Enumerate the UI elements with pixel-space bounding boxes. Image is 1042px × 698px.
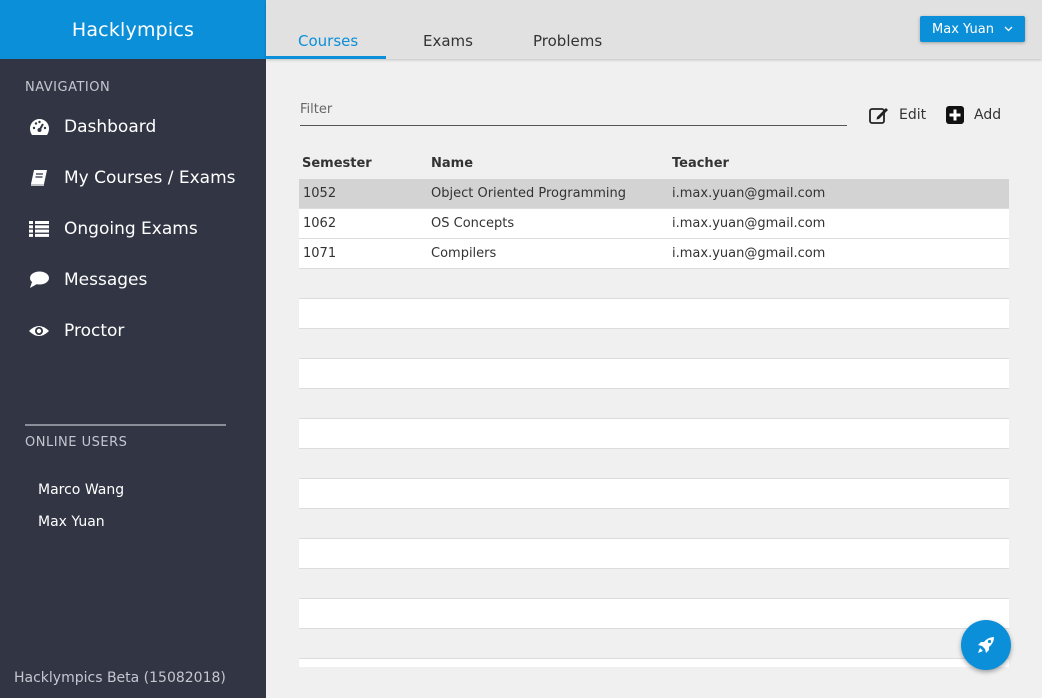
plus-square-icon — [946, 106, 964, 124]
filter-input[interactable] — [300, 98, 847, 117]
empty-table-row — [299, 599, 1009, 629]
sidebar-item-messages[interactable]: Messages — [28, 265, 147, 295]
cell-name: OS Concepts — [431, 216, 515, 231]
tab-exams[interactable]: Exams — [423, 32, 473, 50]
table-header: Semester Name Teacher — [299, 147, 1009, 179]
empty-table-row — [299, 359, 1009, 389]
rocket-fab-button[interactable] — [961, 620, 1011, 670]
version-footer: Hacklympics Beta (15082018) — [14, 670, 226, 686]
tab-problems[interactable]: Problems — [533, 32, 602, 50]
sidebar-item-label: Messages — [64, 270, 148, 290]
table-row[interactable]: 1062 OS Concepts i.max.yuan@gmail.com — [299, 209, 1009, 239]
empty-table-row — [299, 329, 1009, 359]
eye-icon — [28, 321, 50, 341]
sidebar-item-ongoing-exams[interactable]: Ongoing Exams — [28, 214, 198, 244]
online-user[interactable]: Max Yuan — [38, 514, 105, 530]
empty-table-row — [299, 299, 1009, 329]
sidebar-item-proctor[interactable]: Proctor — [28, 316, 124, 346]
dashboard-icon — [28, 117, 50, 137]
edit-label: Edit — [899, 107, 927, 123]
sidebar-item-label: My Courses / Exams — [64, 168, 236, 188]
list-icon — [28, 219, 50, 239]
empty-table-row — [299, 389, 1009, 419]
cell-name: Object Oriented Programming — [431, 186, 626, 201]
column-header-semester[interactable]: Semester — [299, 156, 427, 171]
cell-name: Compilers — [431, 246, 497, 261]
sidebar-item-my-courses[interactable]: My Courses / Exams — [28, 163, 236, 193]
table-row[interactable]: 1052 Object Oriented Programming i.max.y… — [299, 179, 1009, 209]
cell-semester: 1062 — [303, 216, 337, 231]
cell-teacher: i.max.yuan@gmail.com — [672, 216, 826, 231]
user-menu-button[interactable]: Max Yuan — [920, 16, 1025, 42]
empty-table-row — [299, 539, 1009, 569]
sidebar-divider — [25, 424, 226, 426]
online-users-heading: ONLINE USERS — [25, 435, 128, 450]
top-tab-bar: Courses Exams Problems Max Yuan — [266, 0, 1042, 59]
cell-semester: 1052 — [303, 186, 337, 201]
empty-table-row — [299, 629, 1009, 659]
empty-table-row — [299, 509, 1009, 539]
column-header-name[interactable]: Name — [427, 156, 668, 171]
sidebar-item-label: Proctor — [64, 321, 125, 341]
sidebar-item-label: Ongoing Exams — [64, 219, 198, 239]
add-label: Add — [974, 107, 1002, 123]
edit-button[interactable]: Edit — [869, 104, 926, 126]
navigation-heading: NAVIGATION — [25, 80, 111, 95]
empty-table-row — [299, 269, 1009, 299]
sidebar-item-label: Dashboard — [64, 117, 157, 137]
sidebar: Hacklympics NAVIGATION Dashboard My Cour… — [0, 0, 266, 698]
chat-bubble-icon — [28, 270, 50, 290]
empty-table-row — [299, 659, 1009, 667]
chevron-down-icon — [1004, 26, 1013, 32]
book-icon — [28, 168, 50, 188]
active-tab-indicator — [266, 56, 386, 59]
empty-table-row — [299, 569, 1009, 599]
sidebar-item-dashboard[interactable]: Dashboard — [28, 112, 156, 142]
online-user[interactable]: Marco Wang — [38, 482, 124, 498]
column-header-teacher[interactable]: Teacher — [668, 156, 729, 171]
cell-teacher: i.max.yuan@gmail.com — [672, 186, 826, 201]
edit-icon — [869, 106, 889, 124]
empty-table-row — [299, 419, 1009, 449]
table-row[interactable]: 1071 Compilers i.max.yuan@gmail.com — [299, 239, 1009, 269]
filter-field[interactable] — [300, 98, 847, 126]
tab-courses[interactable]: Courses — [298, 32, 358, 50]
cell-semester: 1071 — [303, 246, 337, 261]
empty-table-row — [299, 479, 1009, 509]
courses-table: Semester Name Teacher 1052 Object Orient… — [299, 147, 1009, 667]
rocket-icon — [976, 635, 996, 655]
empty-table-row — [299, 449, 1009, 479]
user-name: Max Yuan — [932, 21, 994, 37]
app-title[interactable]: Hacklympics — [0, 0, 266, 59]
cell-teacher: i.max.yuan@gmail.com — [672, 246, 826, 261]
add-button[interactable]: Add — [946, 104, 1001, 126]
